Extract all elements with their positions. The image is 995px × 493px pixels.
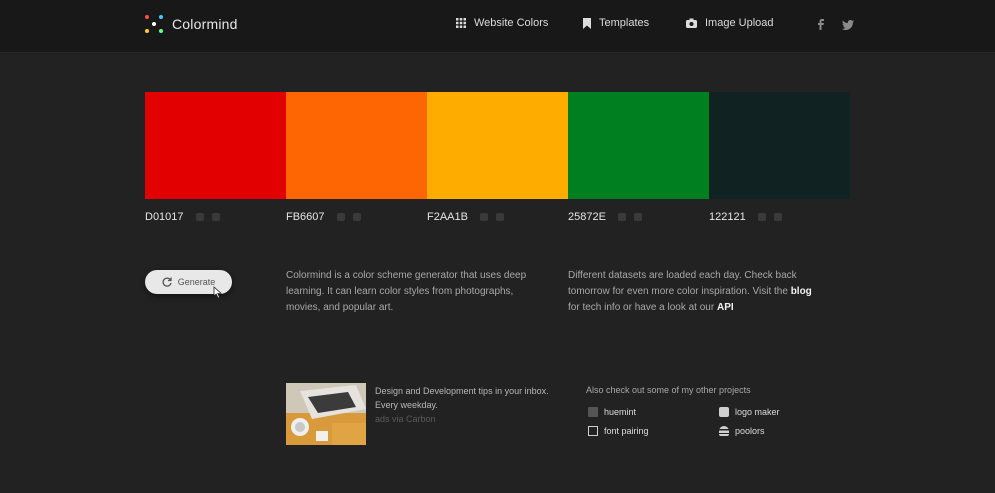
hex-code-cell: FB6607: [286, 211, 369, 223]
adjust-icon[interactable]: [211, 213, 220, 221]
lock-icon[interactable]: [336, 213, 345, 221]
color-palette: [145, 92, 850, 199]
blog-link[interactable]: blog: [791, 286, 812, 297]
grid-icon: [456, 18, 466, 28]
about-paragraph: Colormind is a color scheme generator th…: [286, 270, 527, 313]
newsletter-ad[interactable]: Design and Development tips in your inbo…: [375, 384, 565, 426]
top-navigation-bar: Colormind Website Colors Templates Image…: [0, 0, 995, 53]
lock-icon[interactable]: [617, 213, 626, 221]
logo-maker-icon: [719, 407, 729, 417]
adjust-icon[interactable]: [633, 213, 642, 221]
lock-icon[interactable]: [195, 213, 204, 221]
nav-website-colors-label: Website Colors: [474, 17, 549, 29]
nav-templates[interactable]: Templates: [583, 17, 649, 29]
hex-code-cell: 25872E: [568, 211, 650, 223]
lock-icon[interactable]: [479, 213, 488, 221]
project-link-poolors[interactable]: poolors: [719, 426, 765, 436]
font-pairing-icon: [588, 426, 598, 436]
newsletter-line-2: Every weekday.: [375, 400, 438, 410]
project-link-huemint[interactable]: huemint: [588, 407, 636, 417]
facebook-icon[interactable]: [818, 17, 824, 35]
projects-heading: Also check out some of my other projects: [586, 385, 751, 395]
hex-code[interactable]: D01017: [145, 211, 184, 223]
poolors-icon: [719, 426, 729, 436]
logo[interactable]: Colormind: [145, 15, 238, 33]
project-label: font pairing: [604, 426, 649, 436]
hex-code[interactable]: 25872E: [568, 211, 606, 223]
project-link-logo-maker[interactable]: logo maker: [719, 407, 780, 417]
nav-templates-label: Templates: [599, 17, 650, 29]
project-label: huemint: [604, 407, 637, 417]
hex-code-cell: F2AA1B: [427, 211, 512, 223]
colormind-logo-icon: [145, 15, 163, 33]
color-swatch[interactable]: [568, 92, 709, 199]
project-label: poolors: [735, 426, 765, 436]
ad-thumbnail[interactable]: [286, 383, 366, 445]
huemint-icon: [588, 407, 598, 417]
project-link-font-pairing[interactable]: font pairing: [588, 426, 649, 436]
color-swatch[interactable]: [145, 92, 286, 199]
color-swatch[interactable]: [709, 92, 850, 199]
adjust-icon[interactable]: [773, 213, 782, 221]
refresh-icon: [162, 277, 172, 287]
adjust-icon[interactable]: [495, 213, 504, 221]
daily-text-start: Different datasets are loaded each day. …: [568, 270, 797, 297]
hex-code-cell: D01017: [145, 211, 228, 223]
camera-icon: [686, 18, 697, 28]
generate-button-label: Generate: [177, 277, 216, 287]
nav-image-upload[interactable]: Image Upload: [686, 17, 774, 29]
color-swatch[interactable]: [427, 92, 568, 199]
hex-code[interactable]: FB6607: [286, 211, 325, 223]
hex-code[interactable]: F2AA1B: [427, 211, 468, 223]
newsletter-line-1: Design and Development tips in your inbo…: [375, 386, 549, 396]
lock-icon[interactable]: [757, 213, 766, 221]
hex-code-cell: 122121: [709, 211, 790, 223]
app-name: Colormind: [172, 16, 238, 32]
daily-paragraph: Different datasets are loaded each day. …: [568, 268, 813, 316]
adjust-icon[interactable]: [352, 213, 361, 221]
nav-website-colors[interactable]: Website Colors: [456, 17, 548, 29]
ads-via-carbon-link[interactable]: ads via Carbon: [375, 412, 565, 426]
hex-code[interactable]: 122121: [709, 211, 746, 223]
project-label: logo maker: [735, 407, 780, 417]
api-link[interactable]: API: [717, 302, 734, 313]
nav-image-upload-label: Image Upload: [705, 17, 774, 29]
laptop-photo-image: [286, 383, 366, 445]
bookmark-icon: [583, 17, 591, 29]
mouse-pointer-icon: [213, 286, 222, 299]
daily-text-middle: for tech info or have a look at our: [568, 302, 717, 313]
twitter-icon[interactable]: [842, 17, 854, 35]
color-swatch[interactable]: [286, 92, 427, 199]
